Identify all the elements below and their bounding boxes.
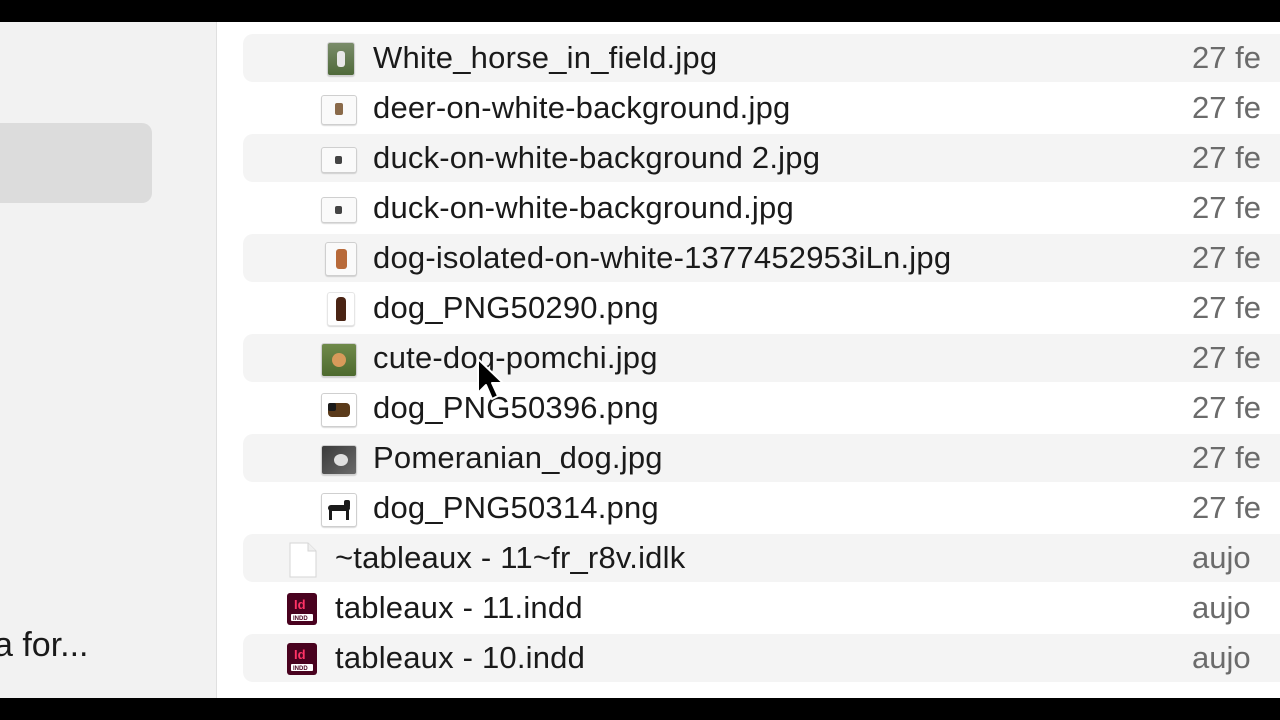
sidebar-item-label[interactable]: a for... (0, 626, 89, 665)
photo-thumbnail-icon (325, 292, 359, 326)
file-row[interactable]: dog-isolated-on-white-1377452953iLn.jpg … (243, 234, 1280, 282)
file-date: 27 fe (1192, 390, 1261, 425)
file-name: deer-on-white-background.jpg (373, 90, 791, 125)
bottom-screen-border (0, 698, 1280, 720)
file-row[interactable]: White_horse_in_field.jpg 27 fe (243, 34, 1280, 82)
photo-thumbnail-icon (321, 492, 357, 527)
photo-thumbnail-icon (323, 42, 357, 76)
file-row[interactable]: Id INDD tableaux - 10.indd aujo (243, 634, 1280, 682)
svg-text:Id: Id (294, 597, 306, 612)
file-date: 27 fe (1192, 340, 1261, 375)
photo-thumbnail-icon (321, 92, 357, 126)
svg-text:INDD: INDD (293, 616, 308, 622)
blank-document-icon (286, 542, 320, 578)
file-date: 27 fe (1192, 290, 1261, 325)
file-name: cute-dog-pomchi.jpg (373, 340, 658, 375)
file-date: 27 fe (1192, 90, 1261, 125)
file-name: duck-on-white-background.jpg (373, 190, 794, 225)
photo-thumbnail-icon (321, 442, 357, 476)
file-row[interactable]: deer-on-white-background.jpg 27 fe (243, 84, 1280, 132)
photo-thumbnail-icon (321, 342, 357, 377)
file-name: dog_PNG50290.png (373, 290, 659, 325)
svg-text:INDD: INDD (293, 666, 308, 672)
file-date: aujo (1192, 590, 1251, 625)
file-list: White_horse_in_field.jpg 27 fe deer-on-w… (217, 22, 1280, 698)
file-name: dog-isolated-on-white-1377452953iLn.jpg (373, 240, 952, 275)
file-row[interactable]: duck-on-white-background.jpg 27 fe (243, 184, 1280, 232)
file-date: aujo (1192, 540, 1251, 575)
file-row[interactable]: dog_PNG50396.png 27 fe (243, 384, 1280, 432)
file-name: tableaux - 10.indd (335, 640, 586, 675)
file-name: Pomeranian_dog.jpg (373, 440, 663, 475)
indesign-document-icon: Id INDD (286, 642, 320, 676)
file-row[interactable]: duck-on-white-background 2.jpg 27 fe (243, 134, 1280, 182)
file-row[interactable]: cute-dog-pomchi.jpg 27 fe (243, 334, 1280, 382)
photo-thumbnail-icon (321, 142, 357, 176)
file-row[interactable]: Id INDD tableaux - 11.indd aujo (243, 584, 1280, 632)
file-date: 27 fe (1192, 40, 1261, 75)
sidebar: a for... (0, 22, 217, 698)
svg-text:Id: Id (294, 647, 306, 662)
indesign-document-icon: Id INDD (286, 592, 320, 626)
file-name: dog_PNG50396.png (373, 390, 659, 425)
file-name: dog_PNG50314.png (373, 490, 659, 525)
file-name: tableaux - 11.indd (335, 590, 583, 625)
file-row[interactable]: dog_PNG50314.png 27 fe (243, 484, 1280, 532)
file-row[interactable]: Pomeranian_dog.jpg 27 fe (243, 434, 1280, 482)
photo-thumbnail-icon (321, 392, 357, 427)
photo-thumbnail-icon (321, 192, 357, 226)
file-row[interactable]: ~tableaux - 11~fr_r8v.idlk aujo (243, 534, 1280, 582)
mouse-pointer-icon (477, 358, 504, 400)
file-date: 27 fe (1192, 490, 1261, 525)
top-screen-border (0, 0, 1280, 22)
file-date: 27 fe (1192, 440, 1261, 475)
file-name: duck-on-white-background 2.jpg (373, 140, 821, 175)
file-date: 27 fe (1192, 140, 1261, 175)
finder-window: a for... White_horse_in_field.jpg 27 fe … (0, 22, 1280, 698)
file-date: 27 fe (1192, 190, 1261, 225)
file-name: White_horse_in_field.jpg (373, 40, 718, 75)
file-row[interactable]: dog_PNG50290.png 27 fe (243, 284, 1280, 332)
photo-thumbnail-icon (323, 242, 357, 276)
file-date: 27 fe (1192, 240, 1261, 275)
file-date: aujo (1192, 640, 1251, 675)
sidebar-selected-item[interactable] (0, 123, 152, 203)
file-name: ~tableaux - 11~fr_r8v.idlk (335, 540, 686, 575)
